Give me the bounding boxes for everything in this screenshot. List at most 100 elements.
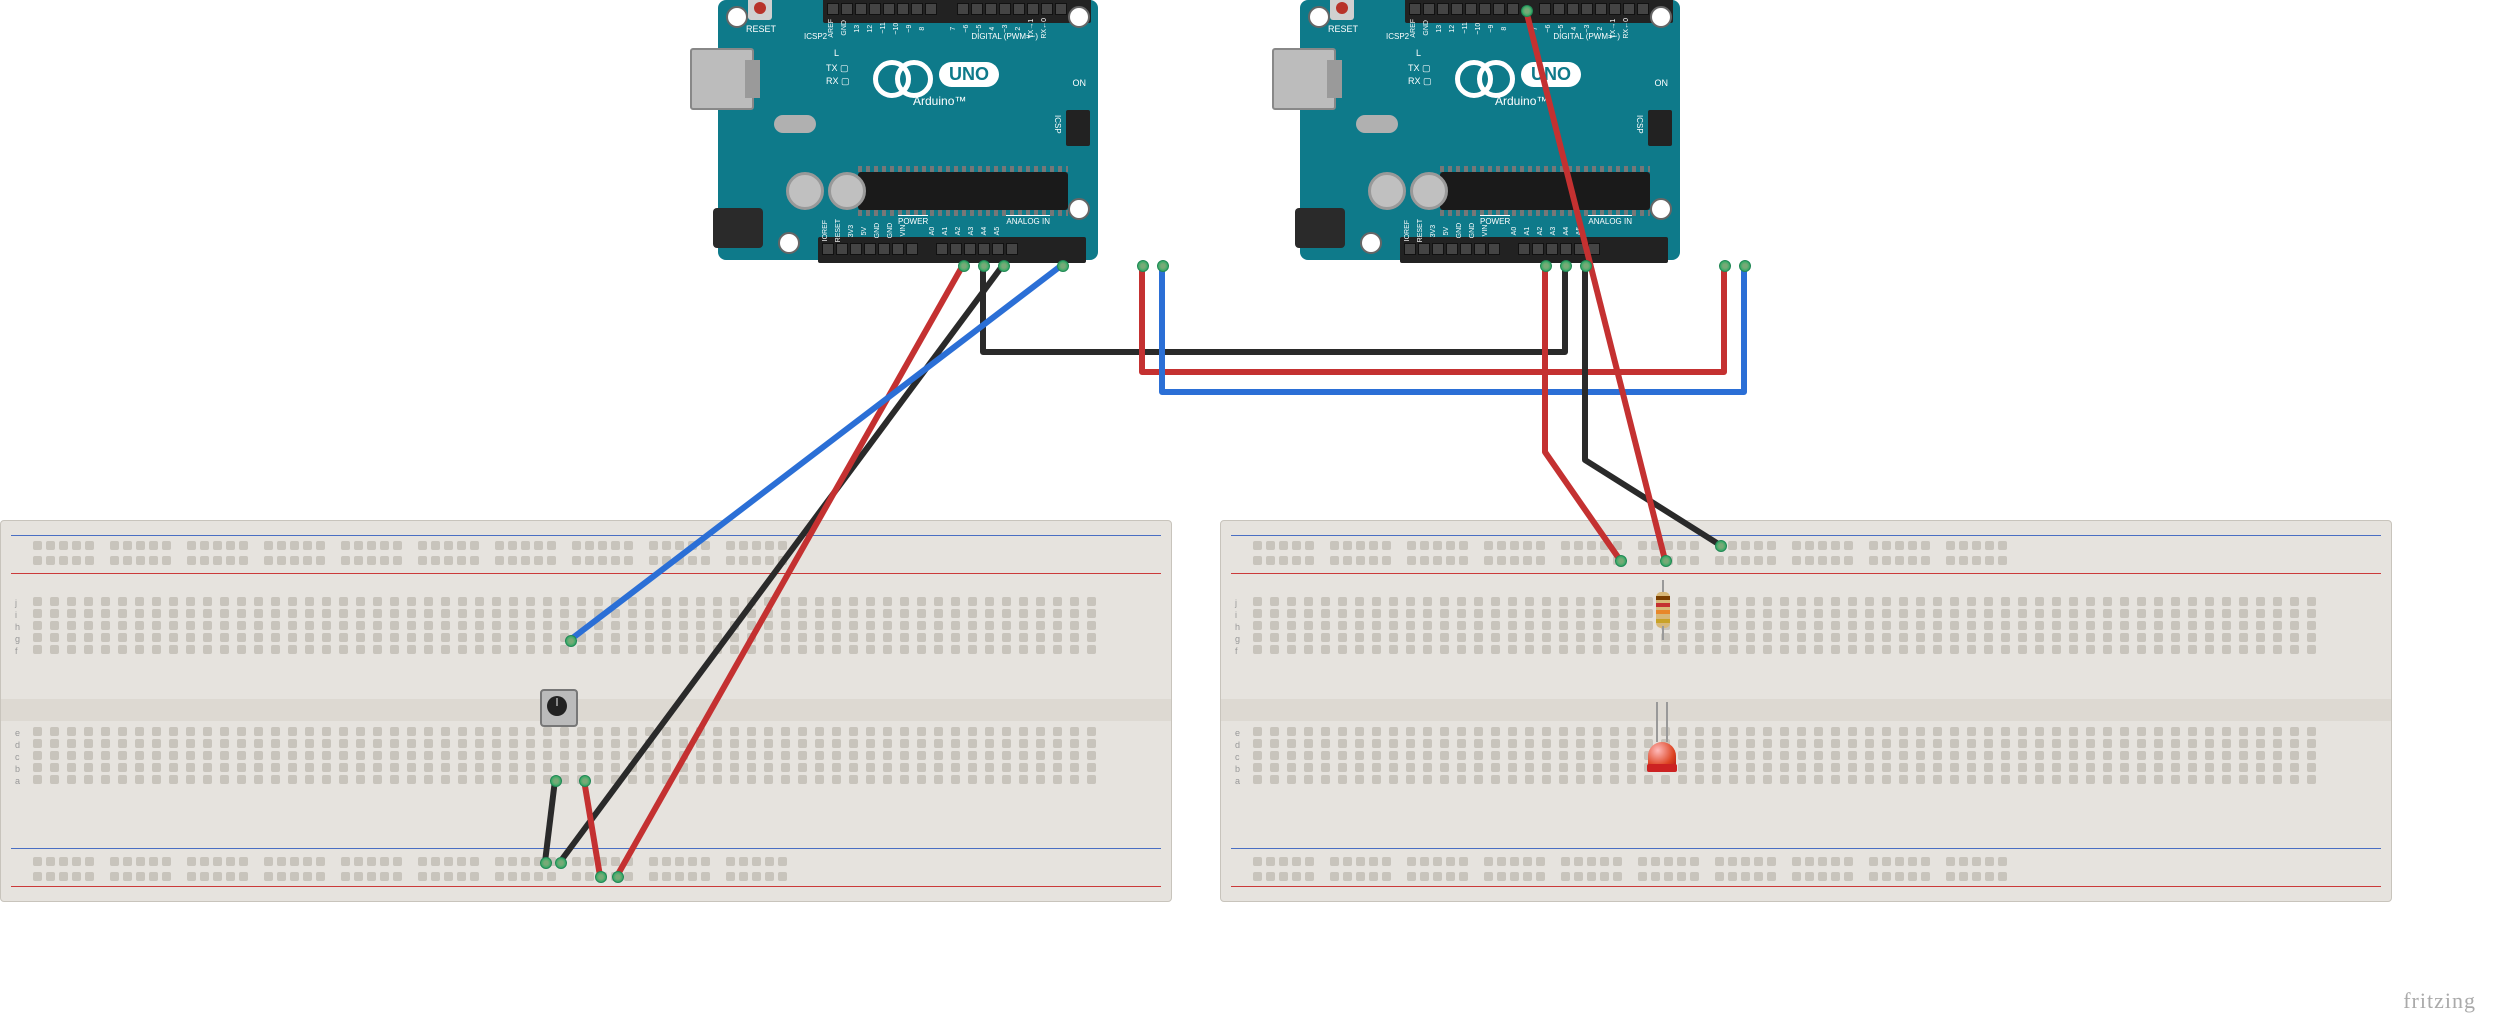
mount-hole [1360, 232, 1382, 254]
brand-text: Arduino™ [1495, 94, 1548, 108]
breadboard-right: jihgf edcba [1220, 520, 2392, 902]
wire-end [612, 871, 624, 883]
mount-hole [1068, 6, 1090, 28]
uno-badge: UNO [1521, 62, 1581, 87]
analog-section-label: ANALOG IN [1588, 215, 1632, 226]
capacitors [1368, 172, 1448, 210]
center-channel [1, 699, 1171, 721]
wire-end [1057, 260, 1069, 272]
usb-port [1272, 48, 1336, 110]
resistor [1658, 580, 1668, 640]
usb-port [690, 48, 754, 110]
wire-end [998, 260, 1010, 272]
wire-end [1540, 260, 1552, 272]
wire-end [555, 857, 567, 869]
bottom-power-rail [33, 857, 1139, 881]
tx-rx-labels: TX ▢RX ▢ [1408, 62, 1432, 87]
wire-end [550, 775, 562, 787]
icsp2-label: ICSP2 [804, 32, 827, 41]
row-letters-left-bottom: edcba [15, 727, 20, 787]
row-letters-right-top: jihgf [1235, 597, 1240, 657]
led-red [1648, 720, 1676, 770]
breadboard-left: jihgf edcba [0, 520, 1172, 902]
wire-end [1719, 260, 1731, 272]
upper-terminal-strip [33, 597, 1139, 657]
wire-end [1157, 260, 1169, 272]
rail-red-line [1231, 886, 2381, 887]
wire-end [1660, 555, 1672, 567]
top-power-rail [1253, 541, 2359, 565]
power-jack [1295, 208, 1345, 248]
arduino-uno-right: RESET ICSP2 AREFGND1312~11~10~987~6~54~3… [1300, 0, 1680, 260]
icsp-label: ICSP [1053, 115, 1062, 134]
icsp-label: ICSP [1635, 115, 1644, 134]
rail-red-line [1231, 573, 2381, 574]
reset-label: RESET [746, 24, 776, 34]
mount-hole [778, 232, 800, 254]
digital-section-label: DIGITAL (PWM=~) [1553, 32, 1620, 41]
brand-text: Arduino™ [913, 94, 966, 108]
wire-end [1560, 260, 1572, 272]
mount-hole [1068, 198, 1090, 220]
mount-hole [1308, 6, 1330, 28]
row-letters-right-bottom: edcba [1235, 727, 1240, 787]
mount-hole [726, 6, 748, 28]
wire-end [595, 871, 607, 883]
wire-end [1580, 260, 1592, 272]
mount-hole [1650, 6, 1672, 28]
infinity-icon [873, 60, 933, 88]
icsp-header [1066, 110, 1090, 146]
reset-label: RESET [1328, 24, 1358, 34]
bottom-power-rail [1253, 857, 2359, 881]
digital-section-label: DIGITAL (PWM=~) [971, 32, 1038, 41]
wire-end [1739, 260, 1751, 272]
wire-end [958, 260, 970, 272]
icsp2-label: ICSP2 [1386, 32, 1409, 41]
reset-button[interactable] [748, 0, 772, 20]
rail-blue-line [11, 535, 1161, 536]
rail-blue-line [1231, 535, 2381, 536]
rail-blue-line [11, 848, 1161, 849]
L-indicator: L [1416, 48, 1421, 58]
mount-hole [1650, 198, 1672, 220]
wire-end [978, 260, 990, 272]
power-analog-pin-labels: IOREFRESET3V35VGNDGNDVINA0A1A2A3A4A5 [1404, 219, 1587, 242]
potentiometer-knob[interactable] [547, 696, 567, 716]
wire-end [1521, 5, 1533, 17]
potentiometer[interactable] [536, 685, 578, 727]
arduino-logo: UNO [873, 60, 999, 88]
rail-red-line [11, 573, 1161, 574]
wire-end [1715, 540, 1727, 552]
icsp-header [1648, 110, 1672, 146]
center-channel [1221, 699, 2391, 721]
rail-blue-line [1231, 848, 2381, 849]
crystal-oscillator [1356, 115, 1398, 133]
capacitors [786, 172, 866, 210]
wire-end [1615, 555, 1627, 567]
on-indicator: ON [1073, 78, 1087, 88]
wire-end [579, 775, 591, 787]
wire-end [1137, 260, 1149, 272]
L-indicator: L [834, 48, 839, 58]
lower-terminal-strip [1253, 727, 2359, 787]
on-indicator: ON [1655, 78, 1669, 88]
analog-section-label: ANALOG IN [1006, 215, 1050, 226]
tx-rx-labels: TX ▢RX ▢ [826, 62, 850, 87]
power-analog-pin-labels: IOREFRESET3V35VGNDGNDVINA0A1A2A3A4A5 [822, 219, 1005, 242]
arduino-logo: UNO [1455, 60, 1581, 88]
upper-terminal-strip [1253, 597, 2359, 657]
fritzing-credit: fritzing [2403, 988, 2476, 1014]
wire-end [540, 857, 552, 869]
wire-end [565, 635, 577, 647]
rail-red-line [11, 886, 1161, 887]
row-letters-left-top: jihgf [15, 597, 20, 657]
crystal-oscillator [774, 115, 816, 133]
reset-button[interactable] [1330, 0, 1354, 20]
power-jack [713, 208, 763, 248]
atmega-chip [858, 172, 1068, 210]
infinity-icon [1455, 60, 1515, 88]
top-power-rail [33, 541, 1139, 565]
atmega-chip [1440, 172, 1650, 210]
led-bulb [1648, 742, 1676, 770]
uno-badge: UNO [939, 62, 999, 87]
